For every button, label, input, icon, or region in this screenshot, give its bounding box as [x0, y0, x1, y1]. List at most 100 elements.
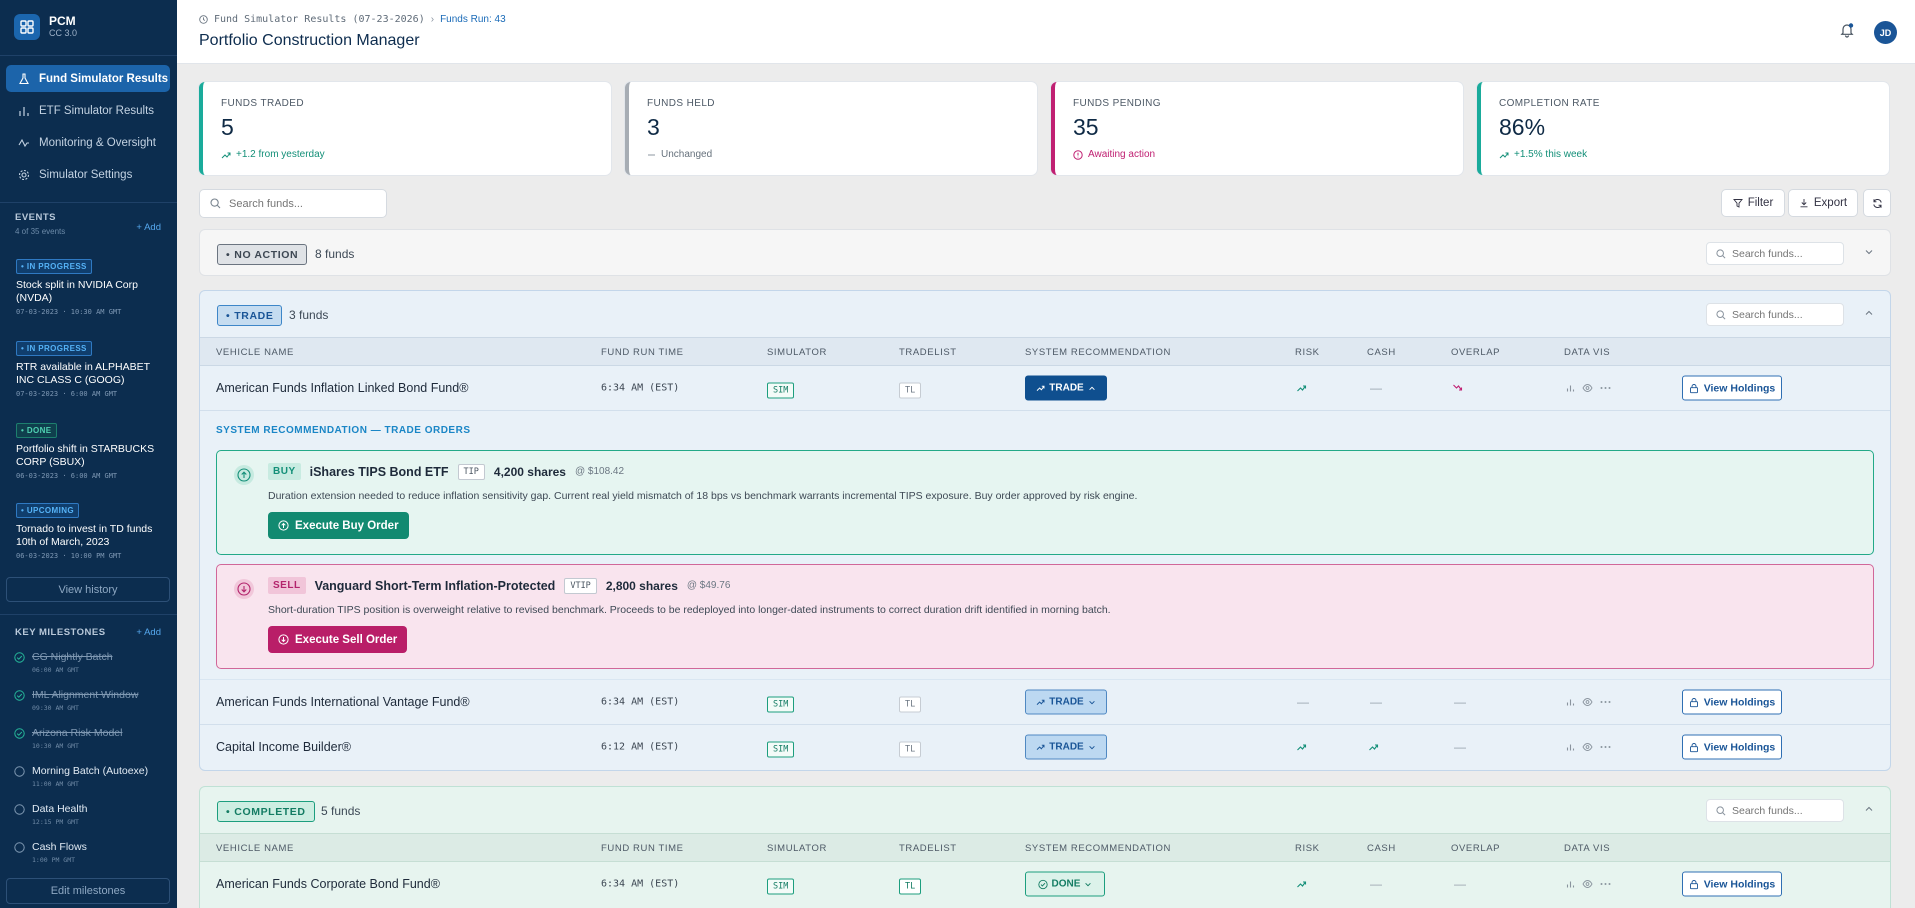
col-vehicle-name: VEHICLE NAME	[216, 347, 294, 358]
breadcrumb-funds-run[interactable]: Funds Run: 43	[440, 14, 506, 25]
data-vis-actions	[1566, 698, 1611, 707]
recommendation-trade-button[interactable]: TRADE	[1025, 375, 1107, 401]
table-row[interactable]: American Funds Inflation Linked Bond Fun…	[200, 366, 1890, 411]
milestone-item[interactable]: IML Alignment Window 09:30 AM GMT	[14, 689, 138, 712]
bar-chart-icon[interactable]	[1566, 698, 1575, 707]
simulator-badge[interactable]: SIM	[767, 696, 795, 713]
event-title: Tornado to invest in TD funds 10th of Ma…	[16, 523, 153, 548]
kpi-label: COMPLETION RATE	[1499, 98, 1600, 109]
kpi-value: 35	[1073, 114, 1099, 140]
simulator-badge[interactable]: SIM	[767, 878, 795, 895]
recommendation-done-button[interactable]: DONE	[1025, 871, 1105, 897]
milestone-item[interactable]: Arizona Risk Model 10:30 AM GMT	[14, 727, 122, 750]
kpi-delta-text: Awaiting action	[1088, 149, 1156, 160]
milestone-item[interactable]: Data Health 12:15 PM GMT	[14, 803, 87, 826]
tradelist-badge[interactable]: TL	[899, 741, 922, 758]
recommendation-trade-button[interactable]: TRADE	[1025, 689, 1107, 715]
event-item[interactable]: • DONE Portfolio shift in STARBUCKS CORP…	[16, 421, 166, 480]
table-row[interactable]: Capital Income Builder® 6:12 AM (EST) SI…	[200, 725, 1890, 770]
avatar[interactable]: JD	[1874, 21, 1897, 44]
chevron-down-icon[interactable]	[1864, 247, 1874, 257]
minus-icon	[648, 154, 655, 155]
event-item[interactable]: • UPCOMING Tornado to invest in TD funds…	[16, 501, 166, 560]
edit-milestones-button[interactable]: Edit milestones	[6, 878, 170, 904]
chevron-up-icon	[1088, 386, 1095, 390]
tradelist-badge[interactable]: TL	[899, 878, 922, 895]
cash-trend-up-icon	[1368, 743, 1379, 751]
sidebar-item-simulator-settings[interactable]: Simulator Settings	[6, 161, 170, 188]
group-search-input[interactable]	[1732, 247, 1832, 260]
milestone-item[interactable]: Cash Flows 1:00 PM GMT	[14, 841, 87, 864]
alert-circle-icon	[1073, 149, 1083, 160]
bar-chart-icon[interactable]	[1566, 384, 1575, 393]
filter-button[interactable]: Filter	[1721, 189, 1785, 217]
more-horizontal-icon[interactable]	[1600, 746, 1611, 749]
milestone-item[interactable]: Morning Batch (Autoexe) 11:00 AM GMT	[14, 765, 148, 788]
sell-tag: SELL	[268, 577, 306, 594]
simulator-badge[interactable]: SIM	[767, 382, 795, 399]
add-milestone-link[interactable]: + Add	[136, 627, 161, 638]
group-search-box[interactable]	[1706, 303, 1844, 326]
recommendation-trade-button[interactable]: TRADE	[1025, 734, 1107, 760]
bar-chart-icon[interactable]	[1566, 880, 1575, 889]
event-item[interactable]: • IN PROGRESS Stock split in NVIDIA Corp…	[16, 257, 166, 316]
breadcrumb-current[interactable]: Fund Simulator Results (07-23-2026)	[214, 14, 425, 25]
milestone-name: Cash Flows	[32, 841, 87, 853]
group-search-box[interactable]	[1706, 799, 1844, 822]
group-badge-trade: • TRADE	[217, 305, 283, 326]
export-button[interactable]: Export	[1788, 189, 1858, 217]
app-logo[interactable]: PCM CC 3.0	[14, 14, 77, 40]
execute-buy-order-button[interactable]: Execute Buy Order	[268, 512, 409, 539]
view-history-button[interactable]: View history	[6, 577, 170, 602]
eye-icon[interactable]	[1582, 880, 1593, 889]
chevron-up-icon[interactable]	[1864, 308, 1874, 318]
table-row[interactable]: American Funds International Vantage Fun…	[200, 680, 1890, 725]
chevron-up-icon[interactable]	[1864, 804, 1874, 814]
risk-trend-up-icon	[1296, 743, 1307, 751]
more-horizontal-icon[interactable]	[1600, 387, 1611, 390]
view-holdings-button[interactable]: View Holdings	[1682, 871, 1782, 897]
more-horizontal-icon[interactable]	[1600, 883, 1611, 886]
refresh-button[interactable]	[1863, 189, 1891, 217]
order-price: @ $49.76	[686, 580, 731, 591]
kpi-delta: Awaiting action	[1073, 149, 1155, 160]
table-header: VEHICLE NAME FUND RUN TIME SIMULATOR TRA…	[200, 337, 1890, 366]
arrow-down-circle-icon	[234, 579, 254, 599]
order-shares: 2,800 shares	[605, 578, 678, 593]
eye-icon[interactable]	[1582, 743, 1593, 752]
event-item[interactable]: • IN PROGRESS RTR available in ALPHABET …	[16, 339, 166, 398]
add-event-link[interactable]: + Add	[136, 222, 161, 233]
group-badge-completed: • COMPLETED	[217, 801, 315, 822]
tradelist-badge[interactable]: TL	[899, 696, 922, 713]
group-search-box[interactable]	[1706, 242, 1844, 265]
event-status-badge: • UPCOMING	[16, 503, 80, 518]
execute-sell-order-button[interactable]: Execute Sell Order	[268, 626, 408, 653]
simulator-badge[interactable]: SIM	[767, 741, 795, 758]
col-overlap: OVERLAP	[1451, 347, 1501, 358]
eye-icon[interactable]	[1582, 698, 1593, 707]
fund-search-box[interactable]	[199, 189, 387, 218]
bar-chart-icon[interactable]	[1566, 743, 1575, 752]
view-holdings-button[interactable]: View Holdings	[1682, 734, 1782, 760]
milestone-item[interactable]: CG Nightly Batch 06:00 AM GMT	[14, 651, 113, 674]
col-cash: CASH	[1367, 843, 1396, 854]
search-input[interactable]	[229, 197, 359, 210]
col-cash: CASH	[1367, 347, 1396, 358]
view-holdings-button[interactable]: View Holdings	[1682, 689, 1782, 715]
more-horizontal-icon[interactable]	[1600, 701, 1611, 704]
milestone-time: 06:00 AM GMT	[32, 666, 79, 674]
group-search-input[interactable]	[1732, 308, 1832, 321]
flask-icon	[19, 72, 29, 84]
sidebar-item-etf-simulator-results[interactable]: ETF Simulator Results	[6, 97, 170, 124]
table-row[interactable]: American Funds Corporate Bond Fund® 6:34…	[200, 862, 1890, 907]
notifications-bell-icon[interactable]	[1839, 22, 1855, 38]
eye-icon[interactable]	[1582, 384, 1593, 393]
sidebar-item-monitoring-oversight[interactable]: Monitoring & Oversight	[6, 129, 170, 156]
group-search-input[interactable]	[1732, 804, 1832, 817]
sidebar-divider	[0, 202, 177, 203]
sidebar-item-fund-simulator-results[interactable]: Fund Simulator Results	[6, 65, 170, 92]
overlap-value: —	[1454, 695, 1466, 709]
tradelist-badge[interactable]: TL	[899, 382, 922, 399]
view-holdings-button[interactable]: View Holdings	[1682, 375, 1782, 401]
search-icon	[1716, 805, 1726, 815]
